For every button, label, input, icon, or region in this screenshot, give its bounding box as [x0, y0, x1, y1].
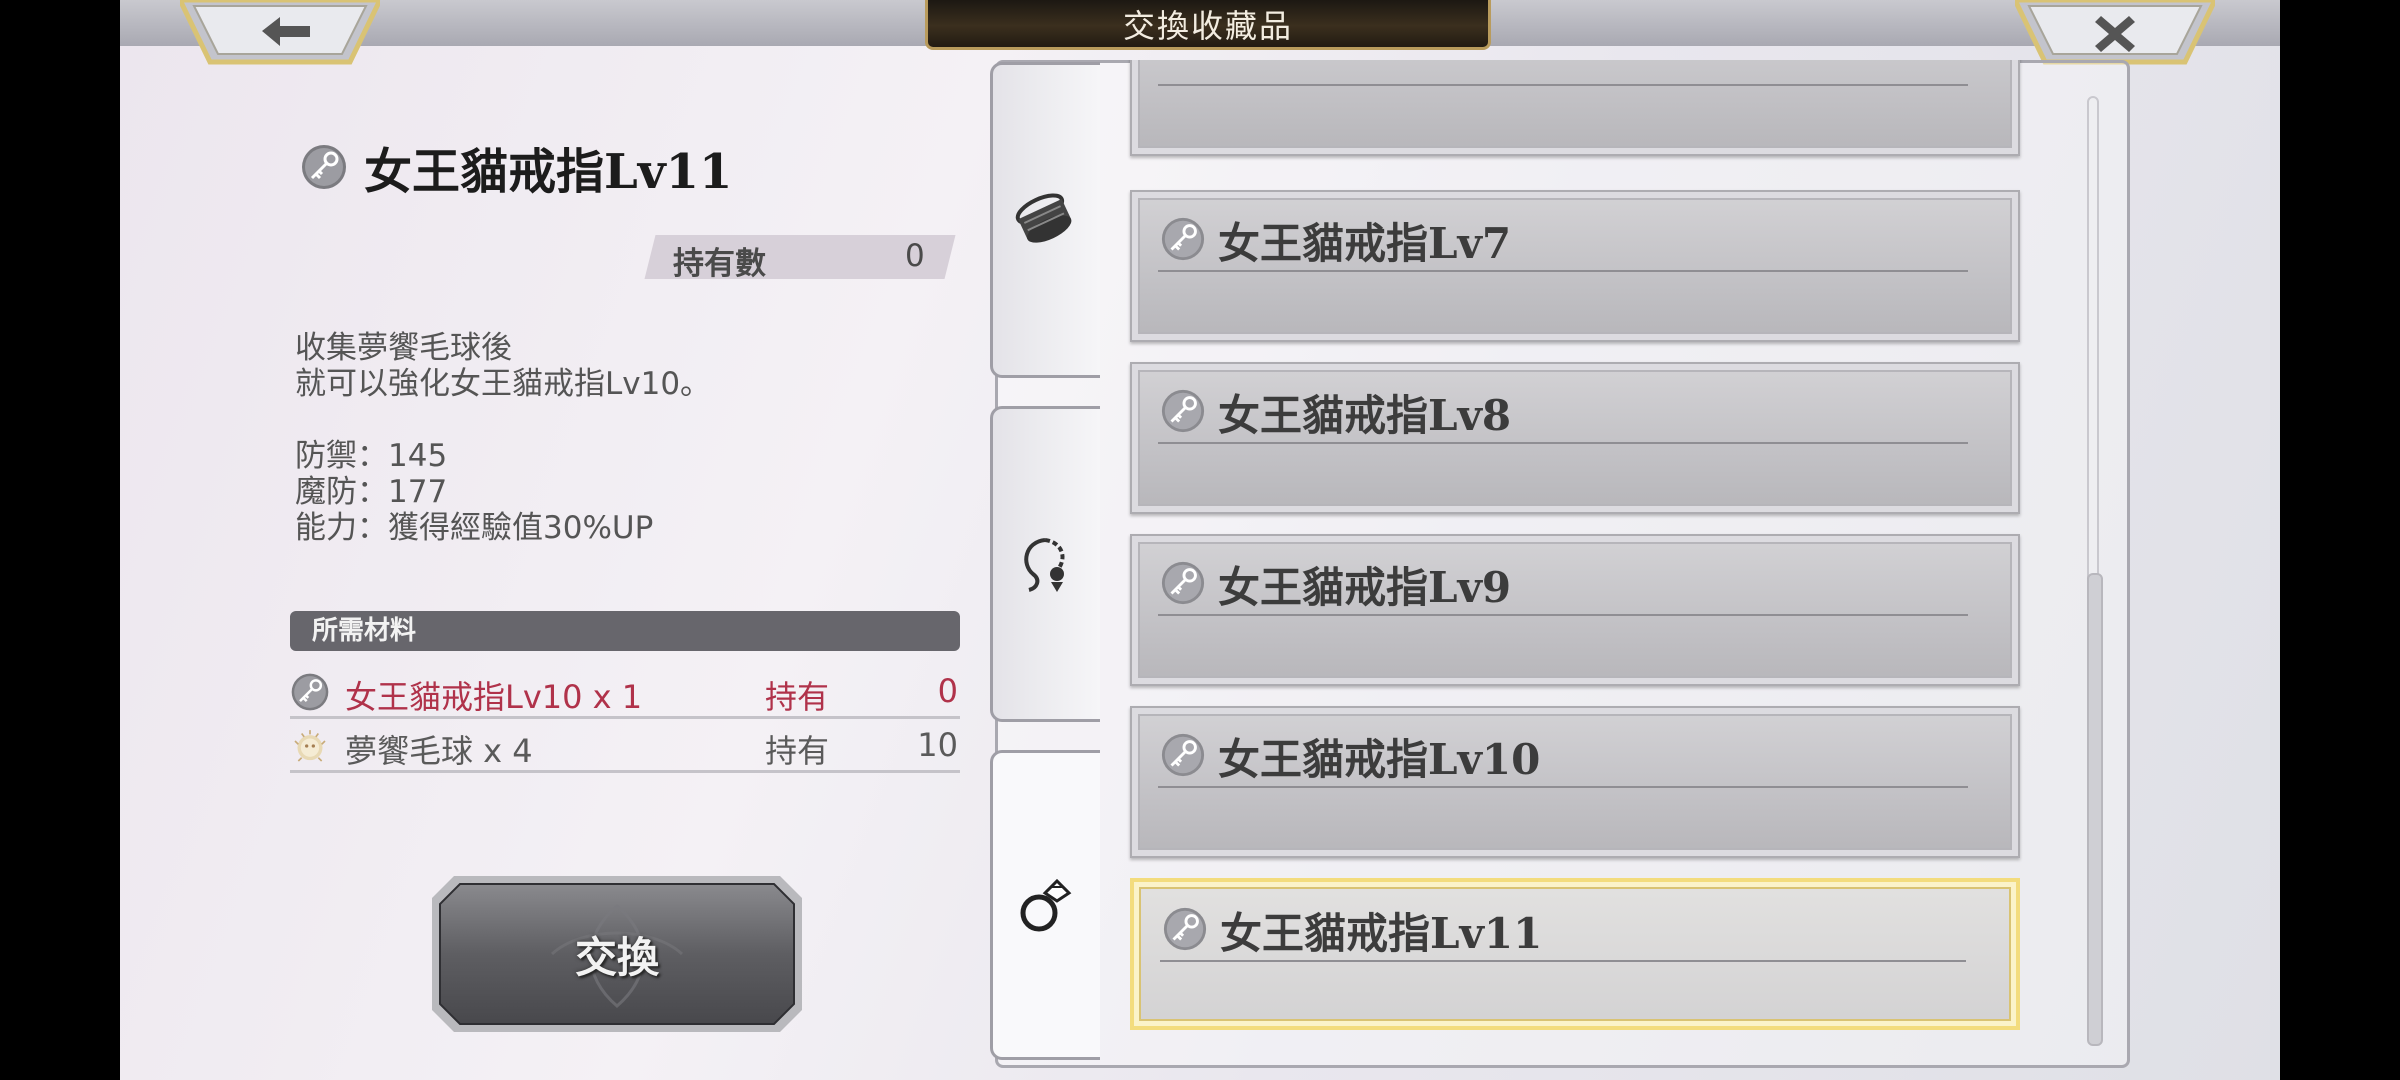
list-item-divider — [1158, 84, 1968, 86]
list-item-name: 女王貓戒指Lv8 — [1218, 391, 1512, 440]
material-owned-label: 持有 — [765, 732, 830, 770]
list-item[interactable]: 女王貓戒指Lv7 — [1130, 190, 2020, 342]
list-item[interactable]: 女王貓戒指Lv8 — [1130, 362, 2020, 514]
key-icon — [302, 145, 346, 189]
key-icon — [291, 673, 329, 711]
fur-ball-icon — [294, 730, 326, 762]
list-item-name: 女王貓戒指Lv9 — [1218, 563, 1512, 612]
list-item-divider — [1158, 786, 1968, 788]
list-item[interactable] — [1130, 60, 2020, 156]
owned-count-label: 持有數 — [673, 246, 766, 282]
list-item-name: 女王貓戒指Lv7 — [1218, 219, 1512, 268]
list-scrollbar[interactable] — [2087, 96, 2103, 1046]
item-stats: 防禦：145 魔防：177 能力：獲得經驗值30%UP — [295, 438, 653, 546]
scrollbar-thumb[interactable] — [2087, 573, 2103, 1046]
material-name: 夢饗毛球 x 4 — [345, 732, 533, 770]
key-icon — [1161, 561, 1205, 605]
list-item[interactable]: 女王貓戒指Lv9 — [1130, 534, 2020, 686]
key-icon — [1161, 217, 1205, 261]
page-title: 交換收藏品 — [925, 0, 1491, 50]
material-name: 女王貓戒指Lv10 x 1 — [345, 678, 643, 716]
exchange-button[interactable]: 交換 — [432, 876, 802, 1032]
close-button[interactable] — [2015, 0, 2215, 66]
list-item-divider — [1158, 270, 1968, 272]
item-title: 女王貓戒指Lv11 — [364, 144, 733, 200]
stat-defense: 防禦：145 — [295, 438, 448, 474]
ring-icon — [1020, 878, 1072, 932]
material-owned-count: 0 — [937, 672, 958, 710]
tab-rings[interactable] — [990, 750, 1100, 1060]
owned-count-value: 0 — [905, 238, 925, 274]
description-line: 收集夢饗毛球後 — [295, 330, 512, 366]
list-item-name: 女王貓戒指Lv10 — [1218, 735, 1541, 784]
list-item[interactable]: 女王貓戒指Lv10 — [1130, 706, 2020, 858]
tab-pendants[interactable] — [990, 406, 1100, 722]
back-button[interactable] — [180, 0, 380, 66]
key-icon — [1161, 389, 1205, 433]
back-arrow-icon — [262, 17, 310, 46]
close-icon — [2095, 16, 2135, 52]
list-item-name: 女王貓戒指Lv11 — [1220, 909, 1543, 958]
tab-bracelets[interactable] — [990, 62, 1100, 378]
screen: 交換收藏品 女王貓戒指Lv11 持有數 0 收集夢饗毛球後 就可以強化女王貓戒指… — [120, 0, 2280, 1080]
item-description: 收集夢饗毛球後 就可以強化女王貓戒指Lv10。 — [295, 330, 711, 402]
list-item-divider — [1158, 442, 1968, 444]
key-icon — [1161, 733, 1205, 777]
chain-pendant-icon — [1024, 538, 1065, 592]
stat-ability: 能力：獲得經驗值30%UP — [295, 510, 654, 546]
description-line: 就可以強化女王貓戒指Lv10。 — [295, 366, 712, 402]
material-owned-label: 持有 — [765, 678, 830, 716]
list-item-selected[interactable]: 女王貓戒指Lv11 — [1130, 878, 2020, 1030]
collection-list: 女王貓戒指Lv7 女王貓戒指Lv8 女王貓戒指Lv9 女王貓戒指Lv10 女王貓… — [1100, 60, 2100, 1065]
bracelet-icon — [1015, 193, 1072, 243]
material-row: 女王貓戒指Lv10 x 1 持有 0 — [290, 666, 960, 719]
material-owned-count: 10 — [917, 726, 958, 764]
exchange-button-label: 交換 — [574, 932, 659, 982]
materials-header: 所需材料 — [290, 611, 960, 651]
key-icon — [1163, 907, 1207, 951]
item-header: 女王貓戒指Lv11 — [300, 132, 732, 202]
list-item-divider — [1158, 614, 1968, 616]
stat-magic-defense: 魔防：177 — [295, 474, 448, 510]
material-row: 夢饗毛球 x 4 持有 10 — [290, 720, 960, 773]
list-item-divider — [1160, 960, 1966, 962]
